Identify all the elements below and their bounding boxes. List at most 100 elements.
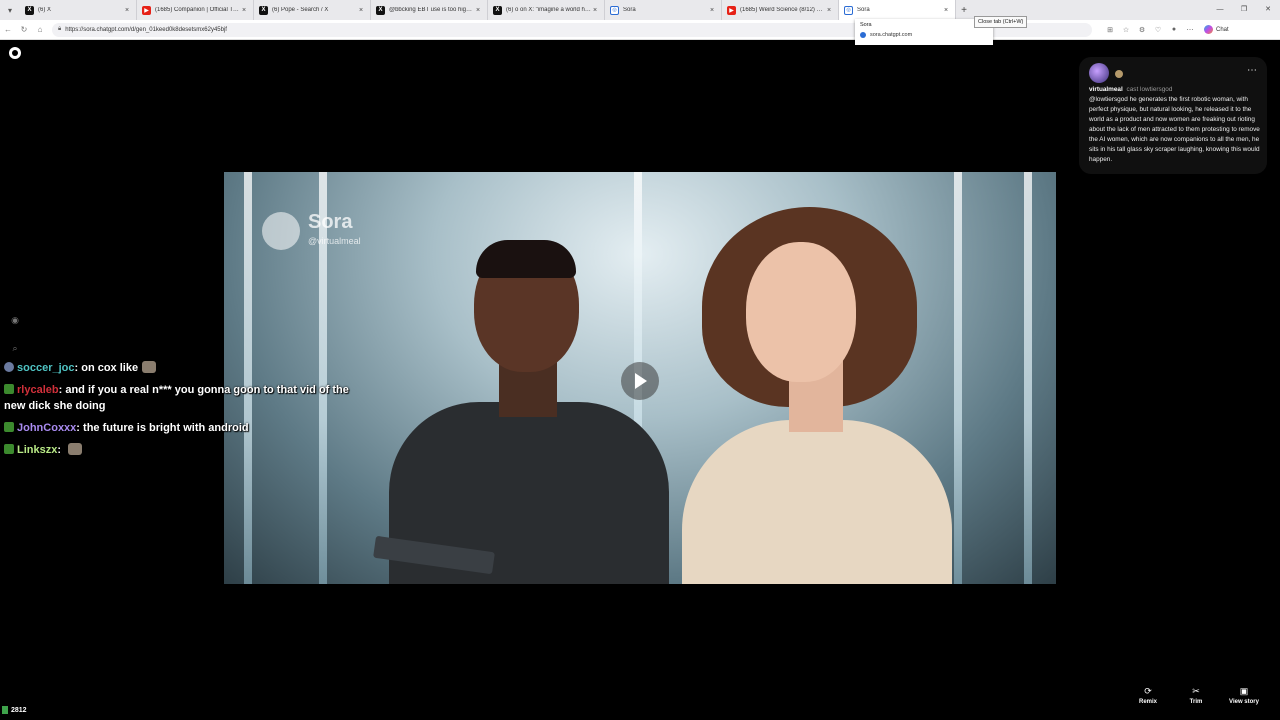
x-icon: X (493, 5, 502, 15)
viewer-count-value: 2812 (11, 706, 27, 714)
tab-strip: ▾ X (6) X × ▶ (1685) Companion | Officia… (0, 0, 1280, 20)
close-tab-tooltip: Close tab (Ctrl+W) (974, 16, 1028, 28)
tab-title: Sora (623, 7, 636, 13)
x-icon: X (259, 5, 268, 15)
back-icon[interactable]: ← (0, 25, 16, 34)
new-tab-button[interactable]: + (956, 5, 972, 16)
story-icon: ▣ (1239, 686, 1249, 696)
avatar[interactable] (1089, 63, 1109, 83)
chat-username: JohnCoxxx (17, 422, 77, 434)
translate-icon[interactable]: ⊞ (1102, 26, 1118, 34)
window-close-icon[interactable]: ✕ (1256, 0, 1280, 20)
emote-icon (142, 361, 157, 373)
remix-label: Remix (1138, 699, 1157, 705)
remix-button[interactable]: ⟳ Remix (1133, 686, 1163, 705)
user-badge-icon (4, 384, 14, 394)
close-icon[interactable]: × (474, 7, 482, 14)
cast-user[interactable]: lowtiersgod (1140, 86, 1172, 93)
tab-title: (1685) Weird Science (8/12) Movie... (740, 7, 825, 13)
minimize-icon[interactable]: — (1208, 0, 1232, 20)
chat-message: rlycaleb: and if you a real n*** you gon… (4, 384, 349, 412)
trim-button[interactable]: ✂ Trim (1181, 686, 1211, 705)
reload-icon[interactable]: ↻ (16, 25, 32, 34)
tab-sora[interactable]: ◎ Sora × (605, 0, 722, 20)
chat-message: Linkszx: (4, 442, 349, 458)
hover-card-title: Sora (860, 22, 872, 28)
cast-label: cast lowtiersgod (1127, 86, 1173, 93)
sora-watermark-icon (262, 212, 300, 250)
close-icon[interactable]: × (240, 7, 248, 14)
comment-text: @lowtiersgod he generates the first robo… (1089, 96, 1260, 163)
tab-title: (1685) Companion | Official Trailer (155, 7, 240, 13)
close-icon[interactable]: × (357, 7, 365, 14)
man-hair (476, 240, 576, 278)
chat-username: Linkszx (17, 444, 58, 456)
youtube-icon: ▶ (142, 5, 151, 15)
tab-companion-trailer[interactable]: ▶ (1685) Companion | Official Trailer × (137, 0, 254, 20)
home-icon[interactable]: ⌂ (32, 25, 48, 34)
hover-card-url: sora.chatgpt.com (870, 32, 913, 38)
lock-icon[interactable]: 🔒︎ (58, 26, 61, 33)
tab-sora-active[interactable]: ◎ Sora × (839, 0, 956, 20)
tab-x-post-2[interactable]: X (6) o on X: "imagine a world https... … (488, 0, 605, 20)
user-badge-icon (4, 422, 14, 432)
favorite-star-icon[interactable]: ☆ (1118, 26, 1134, 34)
maximize-icon[interactable]: ❐ (1232, 0, 1256, 20)
tab-hover-card: Sora sora.chatgpt.com (855, 19, 993, 45)
collections-icon[interactable]: ♡ (1150, 26, 1166, 34)
emote-icon (68, 443, 83, 455)
prompt-comment-card: ⋯ virtualmeal cast lowtiersgod @lowtiers… (1079, 57, 1267, 174)
viewer-icon (2, 706, 8, 714)
sora-icon: ◎ (610, 5, 619, 15)
light-column (1024, 172, 1032, 584)
view-story-label: View story (1229, 699, 1259, 705)
stream-chat-overlay: soccer_joc: on cox like rlycaleb: and if… (4, 360, 349, 464)
toolbar-icons: ⊞ ☆ ⚙ ♡ ● ⋯ (1102, 26, 1198, 34)
tab-x-post[interactable]: X @bbcking EBT use is too high, a... × (371, 0, 488, 20)
copilot-button[interactable]: Chat (1204, 25, 1229, 34)
browser-toolbar: ← ↻ ⌂ 🔒︎ https://sora.chatgpt.com/d/gen_… (0, 20, 1280, 40)
tab-title: (6) X (38, 7, 52, 13)
viewer-count: 2812 (2, 706, 27, 714)
close-icon[interactable]: × (942, 7, 950, 14)
more-options-icon[interactable]: ⋯ (1247, 65, 1257, 76)
tab-weird-science[interactable]: ▶ (1685) Weird Science (8/12) Movie... × (722, 0, 839, 20)
activity-icon[interactable]: ◉ (10, 315, 20, 325)
close-icon[interactable]: × (123, 7, 131, 14)
play-button[interactable] (621, 362, 659, 400)
woman-figure (682, 420, 952, 584)
hover-card-site: sora.chatgpt.com (860, 32, 988, 38)
trim-label: Trim (1189, 699, 1203, 705)
tab-title: (6) Pope - Search / X (272, 7, 329, 13)
extensions-icon[interactable]: ⚙ (1134, 26, 1150, 34)
menu-icon[interactable]: ⋯ (1182, 26, 1198, 34)
view-story-button[interactable]: ▣ View story (1229, 686, 1259, 705)
watermark-handle: @virtualmeal (308, 236, 361, 246)
tab-pope-search[interactable]: X (6) Pope - Search / X × (254, 0, 371, 20)
user-badge-icon (4, 444, 14, 454)
chat-text: on cox like (81, 362, 139, 374)
comment-username[interactable]: virtualmeal (1089, 86, 1123, 93)
chat-username: soccer_joc (17, 362, 75, 374)
profile-icon[interactable]: ● (1166, 26, 1182, 34)
youtube-icon: ▶ (727, 5, 736, 15)
cast-prefix: cast (1126, 86, 1139, 93)
x-icon: X (376, 5, 385, 15)
window-controls: — ❐ ✕ (1208, 0, 1280, 20)
cameo-badge-icon (1115, 70, 1123, 78)
user-badge-icon (4, 362, 14, 372)
chat-message: soccer_joc: on cox like (4, 360, 349, 376)
tab-title: Sora (857, 7, 870, 13)
sora-logo-icon[interactable] (9, 47, 21, 59)
sora-icon: ◎ (844, 5, 853, 15)
tab-title: (6) o on X: "imagine a world https... (506, 7, 591, 13)
scissors-icon: ✂ (1192, 686, 1200, 696)
copilot-icon (1204, 25, 1213, 34)
close-icon[interactable]: × (825, 7, 833, 14)
close-icon[interactable]: × (708, 7, 716, 14)
watermark-brand: Sora (308, 211, 353, 233)
tab-actions-menu-icon[interactable]: ▾ (0, 0, 20, 20)
close-icon[interactable]: × (591, 7, 599, 14)
search-icon[interactable]: ⌕ (10, 343, 20, 353)
tab-x-home[interactable]: X (6) X × (20, 0, 137, 20)
